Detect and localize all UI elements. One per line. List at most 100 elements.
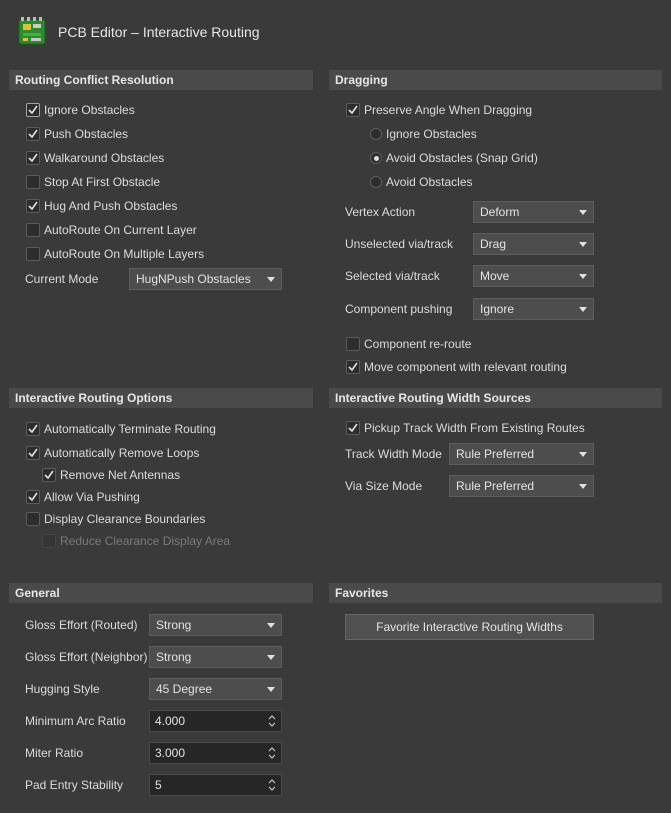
gloss-effort-neighbor-dropdown[interactable]: Strong — [149, 646, 282, 668]
label-minimum-arc-ratio: Minimum Arc Ratio — [25, 714, 126, 728]
label-radio-ignore-obstacles[interactable]: Ignore Obstacles — [386, 127, 477, 141]
chevron-down-icon — [267, 623, 275, 628]
radio-avoid-obstacles[interactable] — [370, 176, 382, 188]
label-allow-via-pushing[interactable]: Allow Via Pushing — [44, 490, 140, 504]
label-remove-net-antennas[interactable]: Remove Net Antennas — [60, 468, 180, 482]
label-hug-and-push-obstacles[interactable]: Hug And Push Obstacles — [44, 199, 177, 213]
label-stop-at-first-obstacle[interactable]: Stop At First Obstacle — [44, 175, 160, 189]
component-pushing-dropdown[interactable]: Ignore — [473, 298, 594, 320]
label-push-obstacles[interactable]: Push Obstacles — [44, 127, 128, 141]
spin-arrows-icon[interactable] — [267, 777, 277, 793]
hugging-style-value: 45 Degree — [156, 682, 213, 696]
checkbox-hug-and-push-obstacles[interactable] — [26, 199, 40, 213]
track-width-mode-value: Rule Preferred — [456, 447, 535, 461]
unselected-via-track-value: Drag — [480, 237, 507, 251]
section-header-general: General — [9, 583, 313, 603]
hugging-style-dropdown[interactable]: 45 Degree — [149, 678, 282, 700]
chevron-down-icon — [579, 274, 587, 279]
selected-via-track-value: Move — [480, 269, 510, 283]
current-mode-value: HugNPush Obstacles — [136, 272, 251, 286]
radio-avoid-obstacles-snap-grid[interactable] — [370, 152, 382, 164]
label-unselected-via-track: Unselected via/track — [345, 237, 454, 251]
label-ignore-obstacles[interactable]: Ignore Obstacles — [44, 103, 135, 117]
checkbox-preserve-angle[interactable] — [346, 103, 360, 117]
checkbox-auto-remove-loops[interactable] — [26, 446, 40, 460]
favorite-routing-widths-button[interactable]: Favorite Interactive Routing Widths — [345, 614, 594, 640]
label-pad-entry-stability: Pad Entry Stability — [25, 778, 124, 792]
pcb-board-icon — [17, 16, 47, 48]
label-walkaround-obstacles[interactable]: Walkaround Obstacles — [44, 151, 164, 165]
label-autoroute-current-layer[interactable]: AutoRoute On Current Layer — [44, 223, 197, 237]
window-title: PCB Editor – Interactive Routing — [58, 24, 260, 40]
selected-via-track-dropdown[interactable]: Move — [473, 265, 594, 287]
label-gloss-effort-routed: Gloss Effort (Routed) — [25, 618, 138, 632]
label-hugging-style: Hugging Style — [25, 682, 100, 696]
spin-arrows-icon[interactable] — [267, 713, 277, 729]
vertex-action-value: Deform — [480, 205, 520, 219]
label-track-width-mode: Track Width Mode — [345, 447, 442, 461]
checkbox-move-component[interactable] — [346, 360, 360, 374]
gloss-effort-routed-value: Strong — [156, 618, 192, 632]
label-move-component[interactable]: Move component with relevant routing — [364, 360, 567, 374]
title-bar: PCB Editor – Interactive Routing — [0, 0, 671, 64]
current-mode-dropdown[interactable]: HugNPush Obstacles — [129, 268, 282, 290]
label-radio-avoid-obstacles-snap-grid[interactable]: Avoid Obstacles (Snap Grid) — [386, 151, 538, 165]
checkbox-autoroute-multiple-layers[interactable] — [26, 247, 40, 261]
chevron-down-icon — [579, 210, 587, 215]
label-preserve-angle[interactable]: Preserve Angle When Dragging — [364, 103, 532, 117]
checkbox-display-clearance[interactable] — [26, 512, 40, 526]
via-size-mode-value: Rule Preferred — [456, 479, 535, 493]
label-radio-avoid-obstacles[interactable]: Avoid Obstacles — [386, 175, 473, 189]
label-vertex-action: Vertex Action — [345, 205, 416, 219]
checkbox-autoroute-current-layer[interactable] — [26, 223, 40, 237]
minimum-arc-ratio-value: 4.000 — [155, 714, 186, 728]
label-autoroute-multiple-layers[interactable]: AutoRoute On Multiple Layers — [44, 247, 204, 261]
checkbox-walkaround-obstacles[interactable] — [26, 151, 40, 165]
pad-entry-stability-value: 5 — [155, 778, 162, 792]
section-header-routing-conflict: Routing Conflict Resolution — [9, 70, 313, 90]
section-header-width-sources: Interactive Routing Width Sources — [329, 388, 662, 408]
checkbox-stop-at-first-obstacle[interactable] — [26, 175, 40, 189]
label-auto-terminate[interactable]: Automatically Terminate Routing — [44, 422, 216, 436]
checkbox-push-obstacles[interactable] — [26, 127, 40, 141]
vertex-action-dropdown[interactable]: Deform — [473, 201, 594, 223]
checkbox-allow-via-pushing[interactable] — [26, 490, 40, 504]
pad-entry-stability-spinbox[interactable]: 5 — [149, 774, 282, 796]
label-display-clearance[interactable]: Display Clearance Boundaries — [44, 512, 205, 526]
section-header-dragging: Dragging — [329, 70, 662, 90]
via-size-mode-dropdown[interactable]: Rule Preferred — [449, 475, 594, 497]
chevron-down-icon — [579, 484, 587, 489]
section-header-interactive-routing-options: Interactive Routing Options — [9, 388, 313, 408]
label-miter-ratio: Miter Ratio — [25, 746, 84, 760]
minimum-arc-ratio-spinbox[interactable]: 4.000 — [149, 710, 282, 732]
checkbox-auto-terminate[interactable] — [26, 422, 40, 436]
miter-ratio-value: 3.000 — [155, 746, 186, 760]
track-width-mode-dropdown[interactable]: Rule Preferred — [449, 443, 594, 465]
label-current-mode: Current Mode — [25, 272, 99, 286]
chevron-down-icon — [579, 307, 587, 312]
checkbox-remove-net-antennas[interactable] — [42, 468, 56, 482]
chevron-down-icon — [579, 242, 587, 247]
unselected-via-track-dropdown[interactable]: Drag — [473, 233, 594, 255]
spin-arrows-icon[interactable] — [267, 745, 277, 761]
section-header-favorites: Favorites — [329, 583, 662, 603]
chevron-down-icon — [579, 452, 587, 457]
label-component-reroute[interactable]: Component re-route — [364, 337, 471, 351]
label-auto-remove-loops[interactable]: Automatically Remove Loops — [44, 446, 199, 460]
chevron-down-icon — [267, 687, 275, 692]
chevron-down-icon — [267, 277, 275, 282]
label-pickup-track-width[interactable]: Pickup Track Width From Existing Routes — [364, 421, 585, 435]
checkbox-ignore-obstacles[interactable] — [26, 103, 40, 117]
chevron-down-icon — [267, 655, 275, 660]
checkbox-pickup-track-width[interactable] — [346, 421, 360, 435]
label-via-size-mode: Via Size Mode — [345, 479, 423, 493]
component-pushing-value: Ignore — [480, 302, 515, 316]
label-reduce-clearance: Reduce Clearance Display Area — [60, 534, 231, 548]
gloss-effort-routed-dropdown[interactable]: Strong — [149, 614, 282, 636]
label-component-pushing: Component pushing — [345, 302, 453, 316]
radio-ignore-obstacles[interactable] — [370, 128, 382, 140]
label-selected-via-track: Selected via/track — [345, 269, 440, 283]
checkbox-component-reroute[interactable] — [346, 337, 360, 351]
miter-ratio-spinbox[interactable]: 3.000 — [149, 742, 282, 764]
gloss-effort-neighbor-value: Strong — [156, 650, 192, 664]
